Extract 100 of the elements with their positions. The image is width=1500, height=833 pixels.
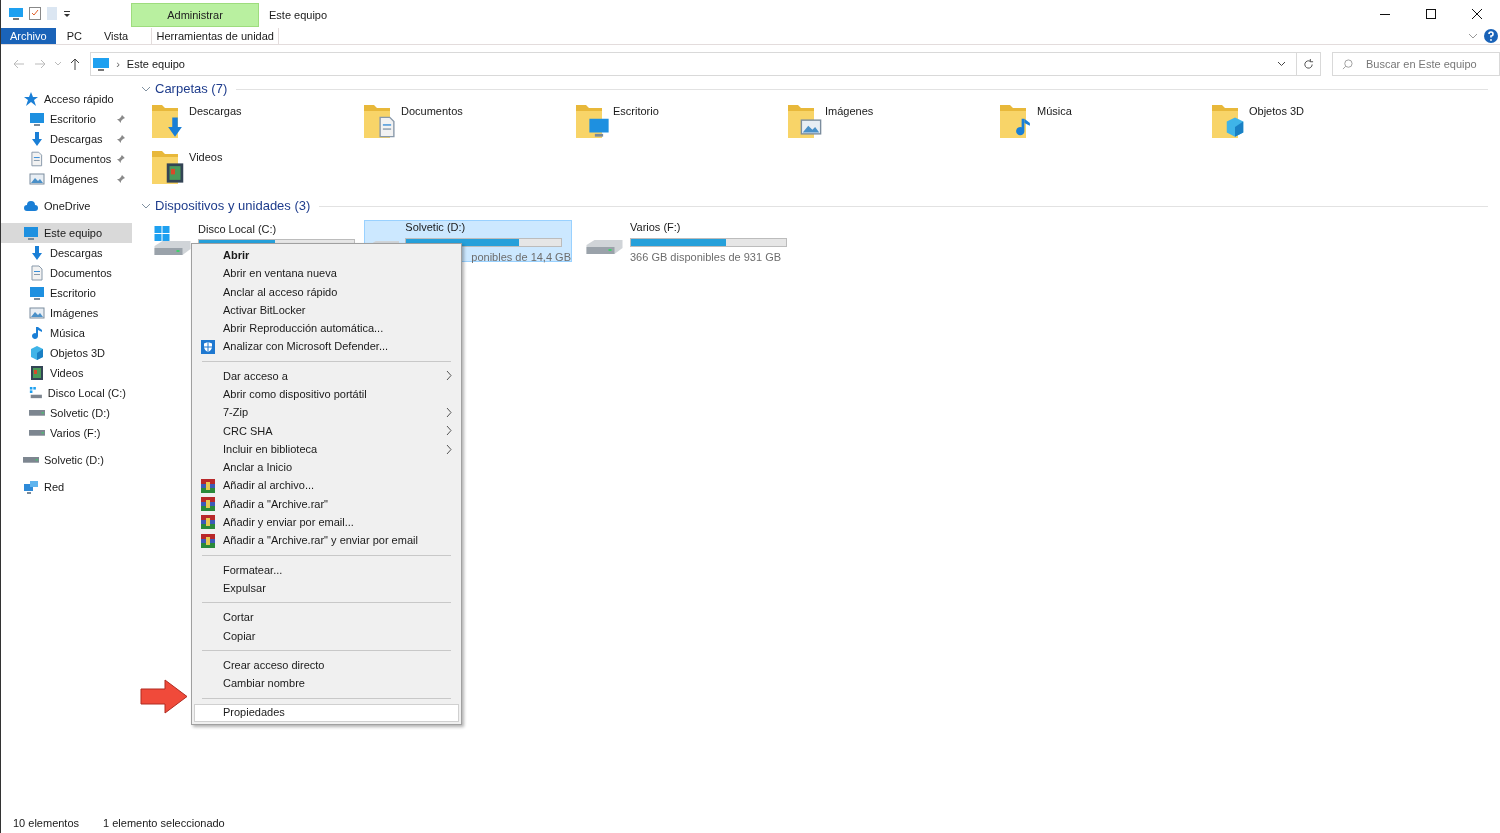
menu-item[interactable]: Activar BitLocker [194, 300, 459, 320]
folder-name[interactable]: Videos [189, 147, 223, 166]
menu-item[interactable]: Cambiar nombre [194, 674, 459, 693]
sidebar-item[interactable]: Descargas [1, 129, 132, 149]
menu-item[interactable]: Abrir como dispositivo portátil [194, 385, 459, 404]
drive-icon [29, 410, 45, 416]
sidebar-item[interactable]: Red [1, 477, 132, 497]
cube-icon [29, 345, 45, 361]
menu-item[interactable]: Formatear... [194, 560, 459, 580]
context-tab-group[interactable]: Administrar [131, 3, 259, 27]
sidebar-item[interactable]: Solvetic (D:) [1, 403, 132, 423]
search-field[interactable]: Buscar en Este equipo [1332, 52, 1500, 76]
drive-tile[interactable]: Varios (F:) 366 GB disponibles de 931 GB [580, 220, 788, 262]
chevron-down-icon[interactable] [1277, 61, 1287, 67]
sidebar-item[interactable]: Objetos 3D [1, 343, 132, 363]
ribbon-tab[interactable]: Vista [92, 28, 140, 44]
sidebar-item[interactable]: Este equipo [1, 223, 132, 243]
menu-item[interactable]: Añadir a "Archive.rar" [194, 494, 459, 514]
menu-item[interactable]: Anclar al acceso rápido [194, 282, 459, 301]
monitor-icon [93, 57, 110, 71]
sidebar-item[interactable]: Acceso rápido [1, 89, 132, 109]
sidebar-item[interactable]: Escritorio [1, 109, 132, 129]
section-header[interactable]: Dispositivos y unidades (3) [155, 196, 311, 216]
arrow-icon [140, 679, 188, 714]
menu-item[interactable]: Dar acceso a [194, 366, 459, 386]
free-space-text: ponibles de 14,4 GB [470, 249, 571, 265]
item-count: 10 elementos [13, 815, 80, 831]
address-bar[interactable]: › Este equipo [90, 52, 1298, 76]
menu-item[interactable]: Cortar [194, 608, 459, 627]
sidebar-item[interactable]: Imágenes [1, 303, 132, 323]
shield-icon [201, 339, 215, 354]
menu-item[interactable]: Añadir a "Archive.rar" y enviar por email [194, 531, 459, 550]
network-icon [23, 479, 39, 495]
menu-item[interactable]: Anclar a Inicio [194, 458, 459, 477]
monitor-icon [29, 285, 45, 301]
drive-icon [23, 457, 39, 463]
menu-item[interactable]: Incluir en biblioteca [194, 439, 459, 459]
folder-name[interactable]: Descargas [189, 101, 242, 120]
drive-name: Varios (F:) [630, 220, 682, 235]
archive-books-icon [201, 533, 215, 548]
sidebar-item[interactable]: Videos [1, 363, 132, 383]
file-tab[interactable]: Archivo [1, 28, 56, 44]
monitor-icon[interactable] [9, 7, 23, 20]
menu-item[interactable]: 7-Zip [194, 403, 459, 422]
monitor-icon [29, 111, 45, 127]
menu-item[interactable]: Copiar [194, 626, 459, 645]
folder-name[interactable]: Imágenes [825, 101, 874, 120]
archive-books-icon [201, 515, 215, 530]
star-icon [23, 91, 39, 107]
menu-item[interactable]: CRC SHA [194, 421, 459, 440]
menu-item[interactable]: Crear acceso directo [194, 655, 459, 675]
free-space-text: 366 GB disponibles de 931 GB [630, 249, 783, 265]
sidebar-item[interactable]: Documentos [1, 149, 132, 169]
refresh-button[interactable] [1297, 52, 1321, 76]
sidebar-item[interactable]: Descargas [1, 243, 132, 263]
menu-item[interactable]: Abrir en ventana nueva [194, 264, 459, 283]
forward-arrow-icon[interactable] [34, 59, 46, 69]
sidebar-item[interactable]: Escritorio [1, 283, 132, 303]
selection-status: 1 elemento seleccionado [103, 815, 225, 831]
sidebar-item[interactable]: Disco Local (C:) [1, 383, 132, 403]
menu-item[interactable]: Propiedades [194, 703, 459, 722]
sidebar-item[interactable]: Solvetic (D:) [1, 450, 132, 470]
image-icon [29, 305, 45, 321]
sidebar-item[interactable]: OneDrive [1, 196, 132, 216]
sidebar-item[interactable]: Documentos [1, 263, 132, 283]
sidebar-item[interactable]: Varios (F:) [1, 423, 132, 443]
sidebar-item[interactable]: Música [1, 323, 132, 343]
image-icon [29, 171, 45, 187]
drive-icon [585, 239, 624, 255]
window-title: Este equipo [269, 8, 328, 23]
help-icon[interactable] [1484, 29, 1498, 43]
section-header[interactable]: Carpetas (7) [155, 79, 228, 99]
menu-item[interactable]: Abrir Reproducción automática... [194, 319, 459, 338]
archive-books-icon [201, 478, 215, 493]
dropdown-icon[interactable] [63, 9, 71, 18]
drive-name: Solvetic (D:) [405, 220, 467, 235]
back-arrow-icon[interactable] [13, 59, 25, 69]
folder-name[interactable]: Música [1037, 101, 1072, 120]
monitor-icon [23, 225, 39, 241]
menu-item[interactable]: Añadir y enviar por email... [194, 513, 459, 532]
folder-name[interactable]: Documentos [401, 101, 463, 120]
menu-item[interactable]: Analizar con Microsoft Defender... [194, 337, 459, 356]
checklist-icon[interactable] [29, 7, 41, 20]
menu-item[interactable]: Añadir al archivo... [194, 476, 459, 495]
menu-item[interactable]: Expulsar [194, 579, 459, 598]
folder-name[interactable]: Objetos 3D [1249, 101, 1305, 120]
up-arrow-icon[interactable] [70, 58, 80, 70]
document-icon [29, 265, 45, 281]
folder-name[interactable]: Escritorio [613, 101, 659, 120]
ribbon-tab[interactable]: PC [55, 28, 93, 44]
drive-name: Disco Local (C:) [198, 221, 278, 237]
archive-books-icon [201, 497, 215, 511]
film-icon [29, 365, 45, 381]
breadcrumb-item[interactable]: Este equipo [126, 55, 185, 73]
download-icon [29, 245, 45, 261]
windows-drive-icon [29, 385, 43, 401]
download-icon [29, 131, 45, 147]
close-icon [1472, 9, 1482, 19]
sidebar-item[interactable]: Imágenes [1, 169, 132, 189]
refresh-icon [1303, 58, 1315, 70]
